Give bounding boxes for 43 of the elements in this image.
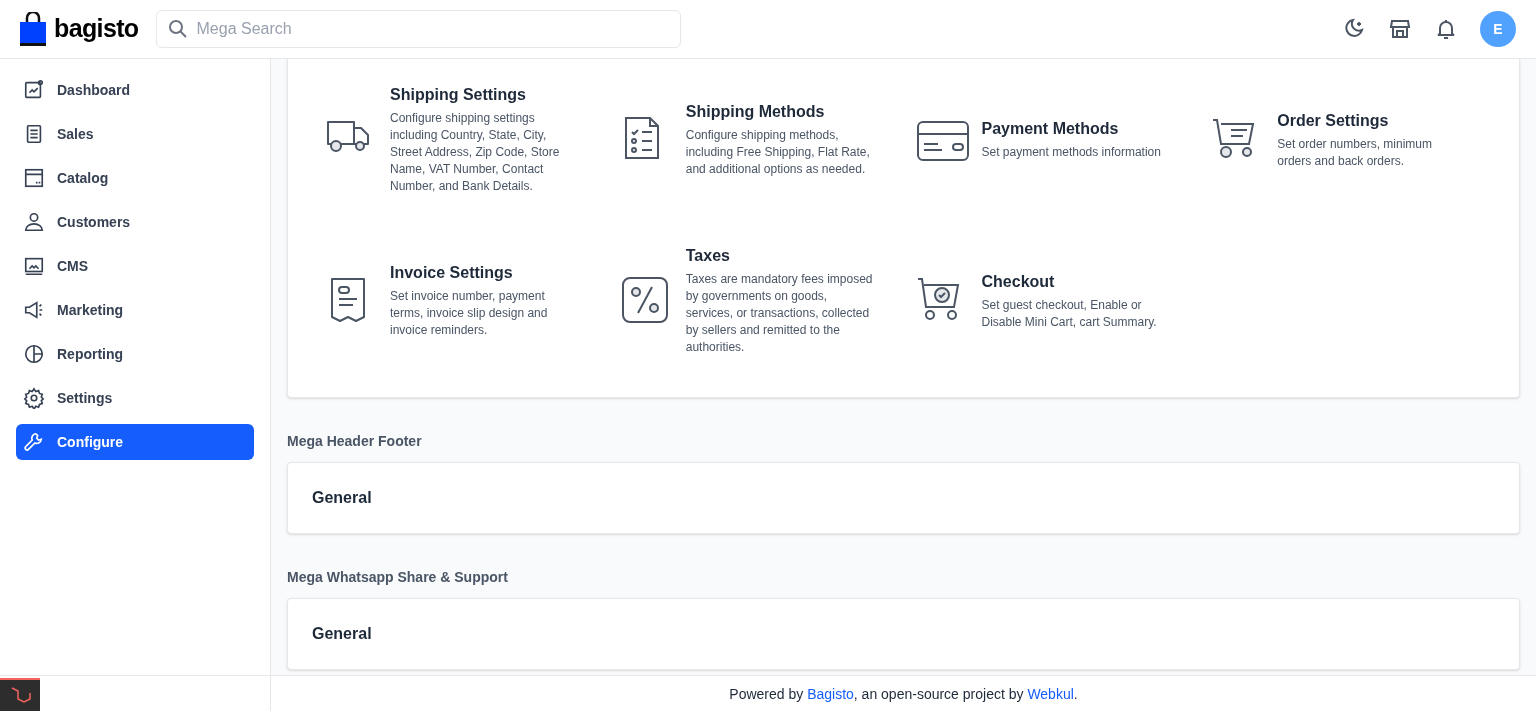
webkul-link[interactable]: Webkul <box>1027 685 1074 702</box>
item-description: Taxes are mandatory fees imposed by governments on goods, services, or transactions, collected by sellers and remitted to the authorities. <box>685 271 874 356</box>
sidebar-item[interactable]: Settings <box>16 380 254 416</box>
sidebar-item[interactable]: Customers <box>16 204 254 240</box>
sidebar-item[interactable]: Marketing <box>16 292 254 328</box>
item-title[interactable]: Checkout <box>981 269 1172 294</box>
bagisto-link[interactable]: Bagisto <box>807 685 854 702</box>
sidebar-item[interactable]: Catalog <box>16 160 254 196</box>
section-card[interactable]: General <box>287 598 1520 670</box>
bag-logo-icon <box>20 12 46 46</box>
logo-text: bagisto <box>54 13 139 45</box>
item-description: Configure shipping settings including Country, State, City, Street Address, Zip Code, Store Name, VAT Number, Contact Number, and Bank Details. <box>390 110 561 195</box>
section-heading: Mega Whatsapp Share & Support <box>287 568 509 587</box>
customers-icon <box>23 211 45 233</box>
item-description: Set guest checkout, Enable or Disable Mini Cart, cart Summary. <box>981 296 1158 331</box>
search-field[interactable]: Mega Search <box>155 10 681 48</box>
sidebar-item[interactable]: Reporting <box>16 336 254 372</box>
section-heading: Mega Header Footer <box>287 432 423 451</box>
item-description: Set payment methods information <box>981 144 1161 161</box>
item-description: Set order numbers, minimum orders and back orders. <box>1277 135 1433 170</box>
item-description: Configure shipping methods, including Free Shipping, Flat Rate, and additional options as needed. <box>685 127 871 178</box>
reporting-icon <box>23 343 45 365</box>
dashboard-icon <box>23 79 45 101</box>
item-title[interactable]: Shipping Settings <box>390 83 580 107</box>
item-title[interactable]: Taxes <box>685 244 876 268</box>
item-title[interactable]: Payment Methods <box>981 117 1161 141</box>
sidebar-item[interactable]: Dashboard <box>16 72 254 108</box>
search-icon <box>167 19 188 39</box>
store-icon[interactable] <box>1388 17 1412 41</box>
item-description: Set invoice number, payment terms, invoice slip design and invoice reminders. <box>390 288 549 339</box>
marketing-icon <box>23 299 45 321</box>
item-title[interactable]: Order Settings <box>1277 108 1468 133</box>
sidebar-item[interactable]: CMS <box>16 248 254 284</box>
item-title[interactable]: Shipping Methods <box>685 100 876 124</box>
configure-icon <box>23 431 45 453</box>
catalog-icon <box>23 167 45 189</box>
cms-icon <box>23 255 45 277</box>
footer-text: Powered by Bagisto, an open-source project by Webkul. <box>729 684 1078 704</box>
item-title[interactable]: Invoice Settings <box>390 261 580 285</box>
sidebar-item[interactable]: Sales <box>16 116 254 152</box>
section-card[interactable]: General <box>287 462 1520 534</box>
settings-icon <box>23 387 45 409</box>
sidebar-item[interactable]: Configure <box>16 424 254 460</box>
